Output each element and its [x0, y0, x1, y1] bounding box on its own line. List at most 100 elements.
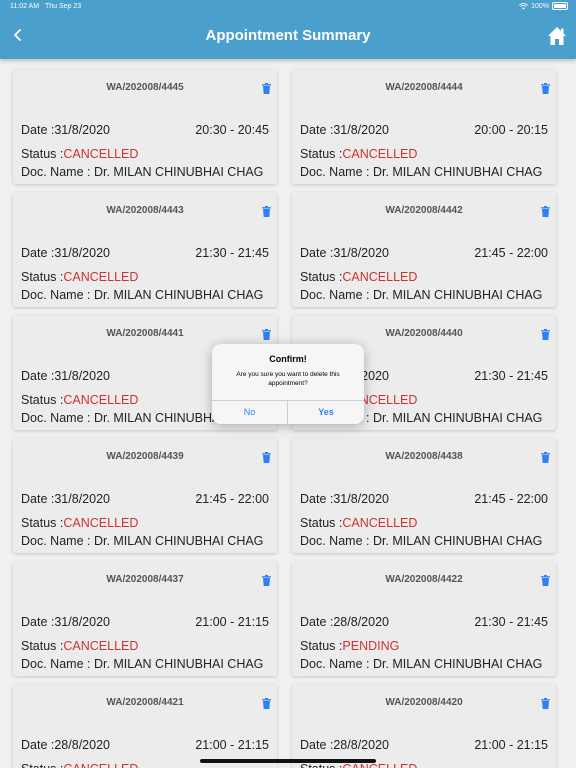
appointment-date: Date :28/8/2020 — [300, 738, 389, 752]
appointment-id: WA/202008/4441 — [106, 328, 184, 339]
appointment-date: Date :31/8/2020 — [300, 123, 389, 137]
trash-icon[interactable] — [262, 573, 271, 586]
doctor-name: Doc. Name : Dr. MILAN CHINUBHAI CHAG — [300, 657, 543, 671]
appointment-id: WA/202008/4444 — [385, 82, 463, 93]
appointment-card[interactable]: WA/202008/4442 Date :31/8/2020 21:45 - 22:… — [292, 192, 556, 307]
appointment-id: WA/202008/4439 — [106, 451, 184, 462]
trash-icon[interactable] — [262, 81, 271, 94]
appointment-time: 21:00 - 21:15 — [195, 615, 269, 629]
status-value: CANCELLED — [342, 147, 418, 161]
appointment-time: 20:00 - 20:15 — [474, 123, 548, 137]
appointment-id: WA/202008/4442 — [385, 205, 463, 216]
appointment-card[interactable]: WA/202008/4421 Date :28/8/2020 21:00 - 21:… — [13, 684, 277, 768]
appointment-time: 21:00 - 21:15 — [195, 738, 269, 752]
status-value: CANCELLED — [342, 270, 418, 284]
battery-percent: 100% — [531, 2, 549, 10]
trash-icon[interactable] — [262, 204, 271, 217]
appointment-id: WA/202008/4440 — [385, 328, 463, 339]
trash-icon[interactable] — [541, 204, 550, 217]
appointment-status: Status :PENDING — [300, 639, 400, 653]
appointment-card[interactable]: WA/202008/4438 Date :31/8/2020 21:45 - 22:… — [292, 438, 556, 553]
appointment-card[interactable]: WA/202008/4437 Date :31/8/2020 21:00 - 21:… — [13, 561, 277, 676]
appointment-row: WA/202008/4439 Date :31/8/2020 21:45 - 22:… — [0, 428, 576, 553]
doctor-name: Doc. Name : Dr. MILAN CHINUBHAI CHAG — [21, 534, 264, 548]
trash-icon[interactable] — [262, 327, 271, 340]
appointment-row: WA/202008/4445 Date :31/8/2020 20:30 - 20:… — [0, 59, 576, 184]
appointment-row: WA/202008/4421 Date :28/8/2020 21:00 - 21:… — [0, 674, 576, 768]
status-right: 100% — [519, 2, 568, 10]
battery-icon — [552, 2, 568, 10]
appointment-status: Status :CANCELLED — [21, 762, 138, 768]
doctor-name: Doc. Name : Dr. MILAN CHINUBHAI CHAG — [300, 288, 543, 302]
doctor-name: Doc. Name : Dr. MILAN CHINUBHAI CHAG — [21, 657, 264, 671]
no-button[interactable]: No — [212, 400, 287, 424]
appointment-status: Status :CANCELLED — [300, 147, 418, 161]
home-icon[interactable] — [547, 25, 567, 47]
trash-icon[interactable] — [541, 450, 550, 463]
appointment-time: 21:45 - 22:00 — [474, 492, 548, 506]
appointment-date: Date :28/8/2020 — [21, 738, 110, 752]
appointment-time: 21:00 - 21:15 — [474, 738, 548, 752]
doctor-name: Doc. Name : Dr. MILAN CHINUBHAI CHAG — [21, 165, 264, 179]
appointment-status: Status :CANCELLED — [21, 516, 139, 530]
status-value: PENDING — [342, 639, 400, 653]
appointment-id: WA/202008/4438 — [385, 451, 463, 462]
appointment-date: Date :31/8/2020 — [300, 492, 389, 506]
appointment-card[interactable]: WA/202008/4422 Date :28/8/2020 21:30 - 21:… — [292, 561, 556, 676]
appointment-row: WA/202008/4443 Date :31/8/2020 21:30 - 21:… — [0, 182, 576, 307]
status-value: CANCELLED — [63, 762, 138, 768]
appointment-time: 20:30 - 20:45 — [195, 123, 269, 137]
trash-icon[interactable] — [541, 573, 550, 586]
appointment-date: Date :31/8/2020 — [21, 246, 110, 260]
page-title: Appointment Summary — [205, 27, 371, 44]
appointment-card[interactable]: WA/202008/4420 Date :28/8/2020 21:00 - 21:… — [292, 684, 556, 768]
status-date: Thu Sep 23 — [45, 3, 82, 10]
appointment-date: Date :31/8/2020 — [300, 246, 389, 260]
appointment-card[interactable]: WA/202008/4439 Date :31/8/2020 21:45 - 22:… — [13, 438, 277, 553]
doctor-name: Doc. Name : Dr. MILAN CHINUBHAI CHAG — [300, 165, 543, 179]
appointment-card[interactable]: WA/202008/4444 Date :31/8/2020 20:00 - 20:… — [292, 69, 556, 184]
dialog-title: Confirm! — [269, 354, 307, 364]
appointment-status: Status :CANCELLED — [21, 393, 139, 407]
appointment-date: Date :31/8/2020 — [21, 492, 110, 506]
appointment-time: 21:30 - 21:45 — [474, 615, 548, 629]
appointment-date: Date :28/8/2020 — [300, 615, 389, 629]
appointment-id: WA/202008/4437 — [106, 574, 184, 585]
appointment-status: Status :CANCELLED — [21, 270, 139, 284]
appointment-status: Status :CANCELLED — [21, 639, 139, 653]
appointment-time: 21:30 - 21:45 — [195, 246, 269, 260]
appointment-id: WA/202008/4422 — [385, 574, 463, 585]
trash-icon[interactable] — [262, 450, 271, 463]
appointment-id: WA/202008/4443 — [106, 205, 184, 216]
confirm-dialog: Confirm! Are you sure you want to delete… — [212, 344, 364, 424]
appointment-card[interactable]: WA/202008/4443 Date :31/8/2020 21:30 - 21:… — [13, 192, 277, 307]
appointment-time: 21:45 - 22:00 — [474, 246, 548, 260]
appointment-status: Status :CANCELLED — [21, 147, 139, 161]
appointment-time: 21:30 - 21:45 — [474, 369, 548, 383]
home-indicator — [200, 759, 376, 763]
appointment-date: Date :31/8/2020 — [21, 369, 110, 383]
appointment-id: WA/202008/4420 — [385, 697, 463, 708]
trash-icon[interactable] — [262, 696, 271, 709]
doctor-name: Doc. Name : Dr. MILAN CHINUBHAI CHAG — [300, 534, 543, 548]
navbar: Appointment Summary — [0, 14, 576, 59]
trash-icon[interactable] — [541, 696, 550, 709]
yes-button[interactable]: Yes — [288, 400, 364, 424]
status-value: CANCELLED — [342, 516, 418, 530]
appointment-id: WA/202008/4445 — [106, 82, 184, 93]
appointment-time: 21:45 - 22:00 — [195, 492, 269, 506]
appointment-date: Date :31/8/2020 — [21, 615, 110, 629]
appointment-row: WA/202008/4437 Date :31/8/2020 21:00 - 21:… — [0, 551, 576, 676]
trash-icon[interactable] — [541, 327, 550, 340]
appointment-card[interactable]: WA/202008/4445 Date :31/8/2020 20:30 - 20:… — [13, 69, 277, 184]
status-bar: 11:02 AM Thu Sep 23 100% — [0, 0, 576, 14]
dialog-message: Are you sure you want to delete this app… — [236, 371, 340, 387]
wifi-icon — [519, 2, 529, 10]
trash-icon[interactable] — [541, 81, 550, 94]
status-value: CANCELLED — [63, 270, 139, 284]
appointment-status: Status :CANCELLED — [300, 516, 418, 530]
status-value: CANCELLED — [63, 516, 139, 530]
doctor-name: Doc. Name : Dr. MILAN CHINUBHAI CHAG — [21, 288, 264, 302]
status-value: CANCELLED — [63, 639, 139, 653]
status-time: 11:02 AM — [10, 3, 40, 10]
